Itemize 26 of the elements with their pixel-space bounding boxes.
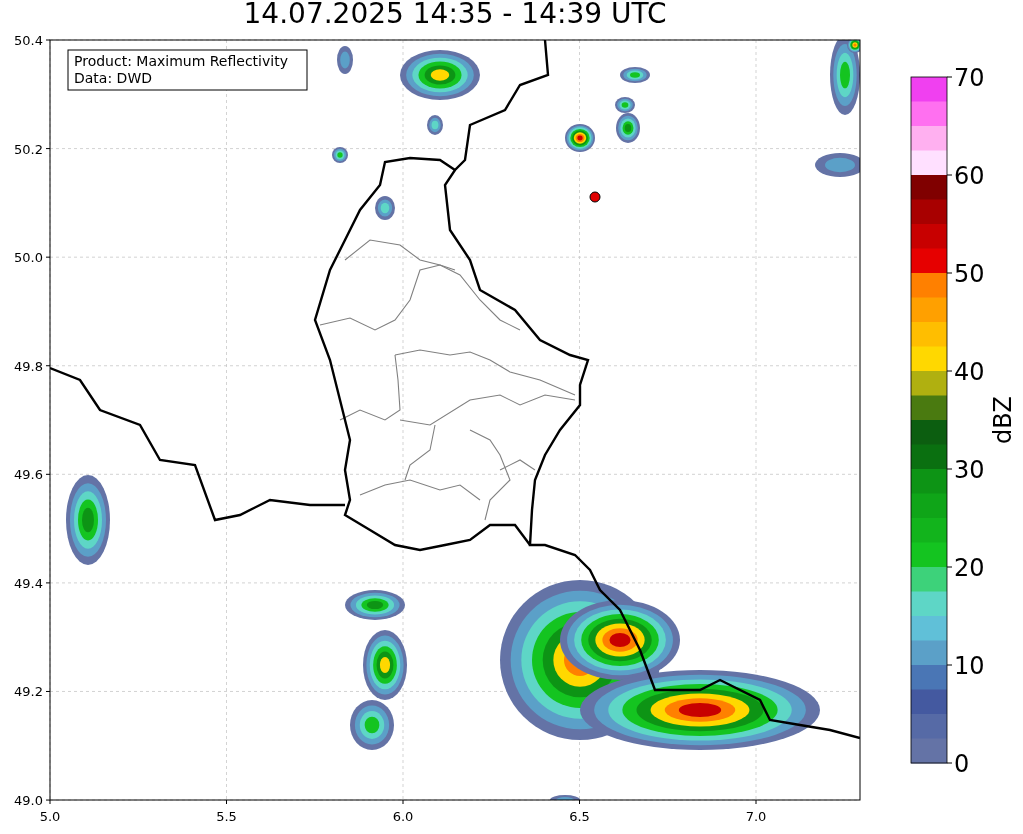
x-tick-label: 5.0 (39, 809, 61, 824)
x-tick-label: 7.0 (745, 809, 767, 824)
info-text: Product: Maximum Reflectivity (74, 53, 288, 69)
y-tick-label: 49.0 (14, 793, 43, 809)
y-tick-label: 50.0 (14, 250, 43, 266)
y-tick-label: 49.6 (14, 467, 43, 483)
y-tick-label: 49.8 (14, 358, 43, 374)
colorbar-tick-label: 40 (954, 358, 985, 386)
x-tick-label: 6.5 (569, 809, 590, 824)
colorbar-tick-label: 30 (954, 456, 985, 484)
colorbar-tick-label: 0 (954, 750, 970, 778)
colorbar-tick-label: 10 (954, 652, 985, 680)
colorbar-tick-label: 20 (954, 554, 985, 582)
chart-title: 14.07.2025 14:35 - 14:39 UTC (243, 0, 667, 30)
y-tick-label: 50.4 (14, 33, 43, 48)
y-tick-label: 50.2 (14, 141, 43, 157)
x-tick-label: 6.0 (392, 809, 414, 824)
x-tick-label: 5.5 (216, 809, 237, 824)
colorbar-tick-label: 60 (954, 162, 985, 190)
colorbar-tick-label: 50 (954, 260, 985, 288)
y-tick-label: 49.4 (14, 575, 43, 591)
colorbar-tick-label: 70 (954, 64, 985, 92)
colorbar-label: dBZ (989, 395, 1017, 445)
info-text: Data: DWD (74, 70, 152, 86)
y-tick-label: 49.2 (14, 684, 43, 700)
location-marker (589, 191, 601, 203)
